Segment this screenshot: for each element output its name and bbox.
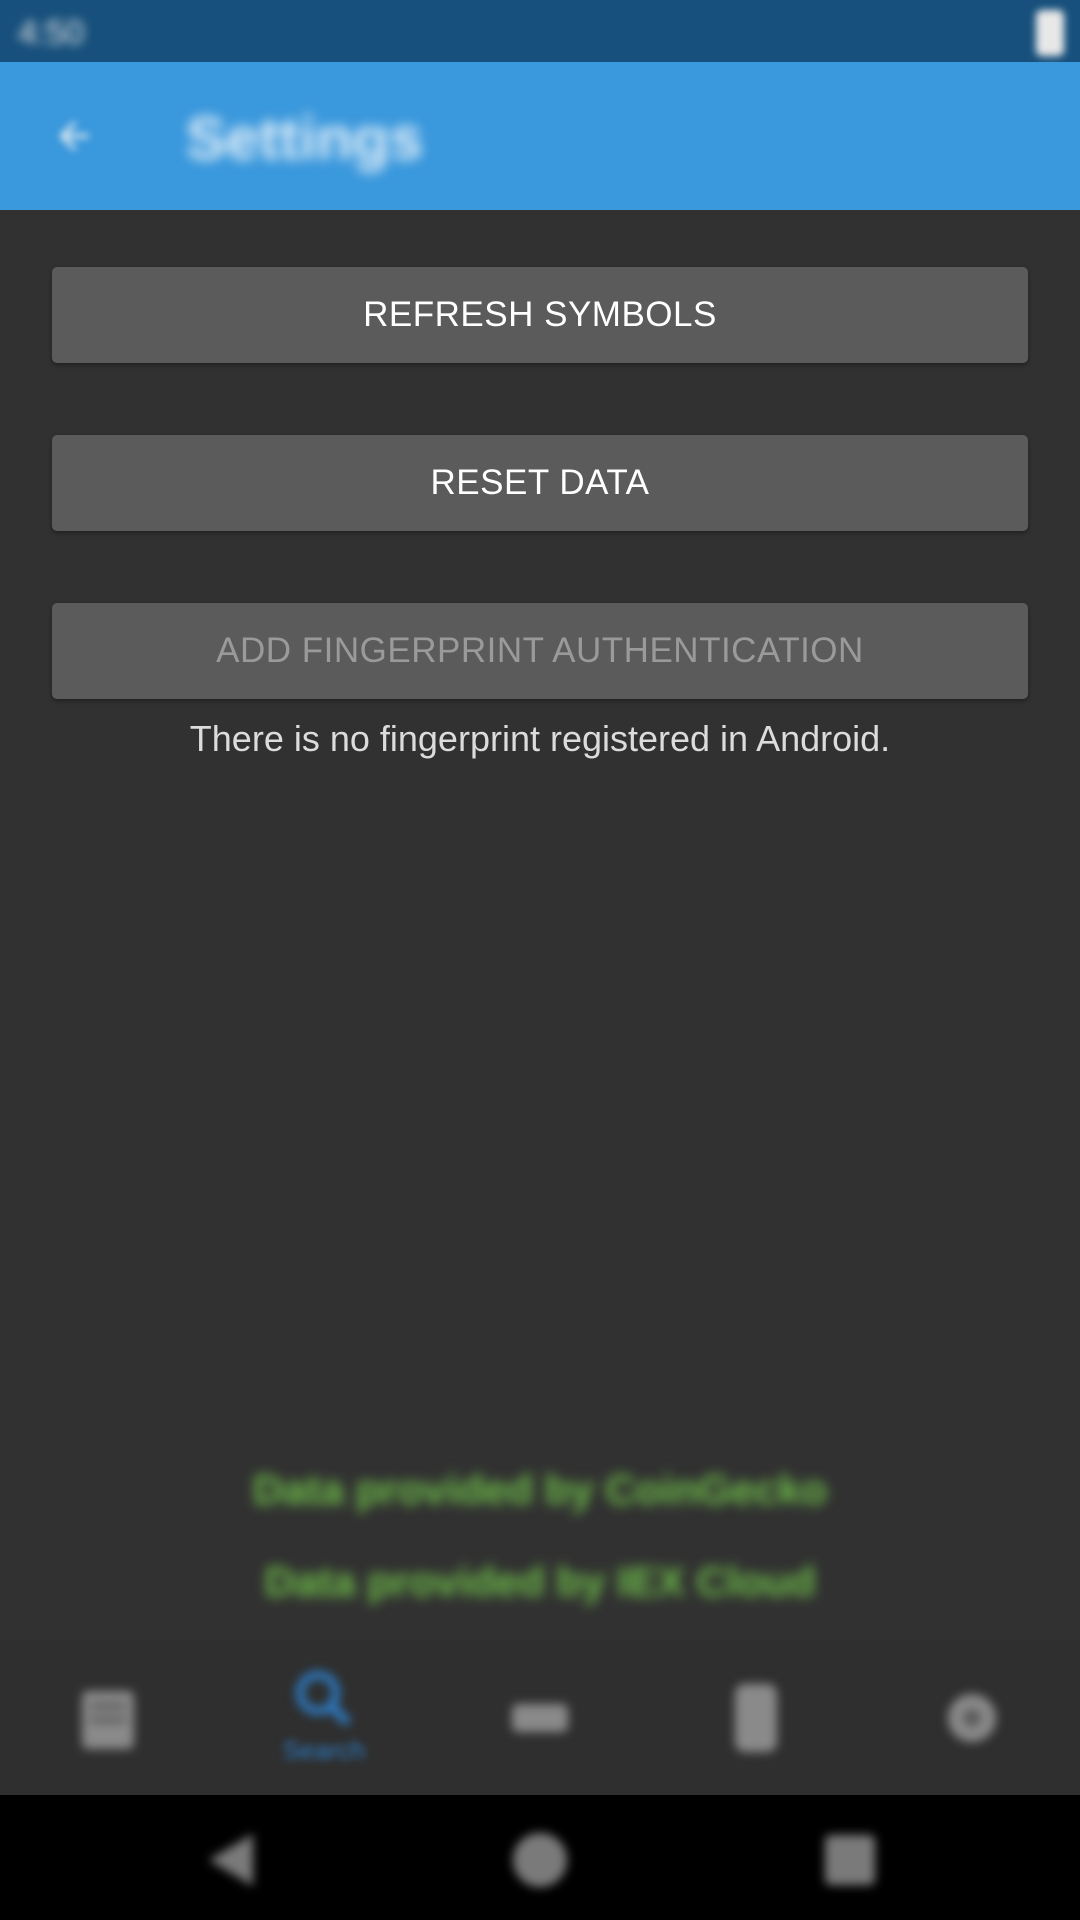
status-time: 4:50 [18, 14, 85, 52]
arrow-left-icon [59, 121, 89, 151]
device-icon [735, 1683, 777, 1752]
status-bar: 4:50 [0, 0, 1080, 62]
settings-icon [948, 1693, 996, 1742]
search-icon [296, 1671, 352, 1727]
settings-screen: 4:50 Settings REFRESH SYMBOLS RESET DATA… [0, 0, 1080, 1920]
battery-icon [1036, 10, 1064, 56]
page-title: Settings [186, 105, 423, 172]
add-fingerprint-button: ADD FINGERPRINT AUTHENTICATION [52, 603, 1028, 699]
nav-item-settings[interactable] [864, 1640, 1080, 1795]
system-recents-button[interactable] [815, 1825, 885, 1895]
back-button[interactable] [44, 106, 104, 166]
nav-item-search[interactable]: Search [216, 1640, 432, 1795]
nav-item-portfolio[interactable] [0, 1640, 216, 1795]
nav-item-search-label: Search [282, 1735, 366, 1765]
nav-item-compare[interactable] [432, 1640, 648, 1795]
credit-iex-link[interactable]: Data provided by IEX Cloud [0, 1558, 1080, 1606]
reset-data-button[interactable]: RESET DATA [52, 435, 1028, 531]
triangle-back-icon [209, 1834, 253, 1886]
circle-home-icon [513, 1833, 567, 1887]
app-bar: Settings [0, 62, 1080, 210]
portfolio-icon [82, 1690, 134, 1749]
nav-item-device[interactable] [648, 1640, 864, 1795]
fingerprint-note: There is no fingerprint registered in An… [189, 718, 891, 759]
system-home-button[interactable] [505, 1825, 575, 1895]
bottom-navigation: Search [0, 1640, 1080, 1795]
square-recents-icon [825, 1835, 875, 1885]
refresh-symbols-button[interactable]: REFRESH SYMBOLS [52, 267, 1028, 363]
system-back-button[interactable] [196, 1825, 266, 1895]
credit-coingecko-link[interactable]: Data provided by CoinGecko [0, 1466, 1080, 1514]
system-navigation-bar [0, 1795, 1080, 1920]
compare-icon [512, 1703, 568, 1732]
